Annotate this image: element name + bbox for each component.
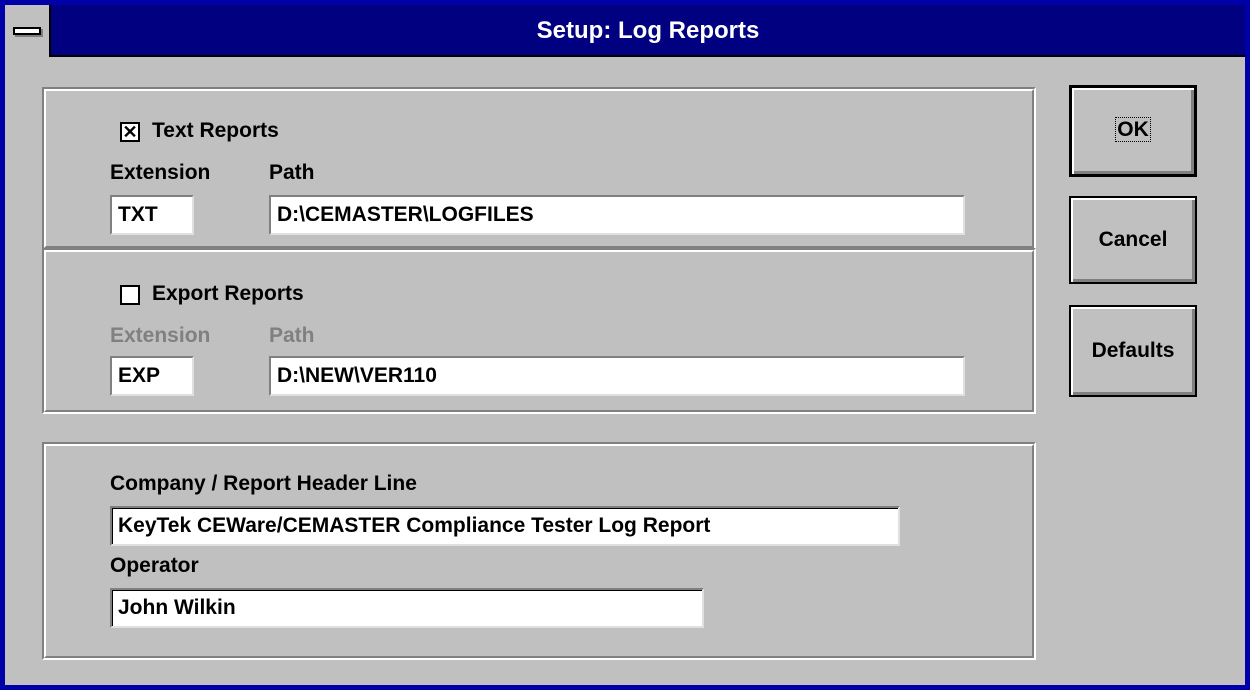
export-reports-label[interactable]: Export Reports	[152, 282, 304, 306]
company-header-input[interactable]: KeyTek CEWare/CEMASTER Compliance Tester…	[110, 506, 900, 546]
title-bar: Setup: Log Reports	[5, 5, 1245, 57]
defaults-button[interactable]: Defaults	[1069, 305, 1197, 397]
export-path-label: Path	[269, 324, 315, 347]
company-header-label: Company / Report Header Line	[110, 472, 417, 495]
operator-label: Operator	[110, 554, 199, 577]
dialog-window: Setup: Log Reports ✕ Text Reports Extens…	[0, 0, 1250, 690]
text-path-input[interactable]: D:\CEMASTER\LOGFILES	[269, 195, 965, 235]
window-title: Setup: Log Reports	[536, 17, 760, 44]
report-header-group: Company / Report Header Line KeyTek CEWa…	[42, 442, 1036, 660]
export-path-input[interactable]: D:\NEW\VER110	[269, 356, 965, 396]
text-reports-label[interactable]: Text Reports	[152, 119, 279, 143]
text-extension-input[interactable]: TXT	[110, 195, 194, 235]
ok-button-label: OK	[1115, 117, 1151, 142]
system-menu-icon	[13, 27, 41, 35]
ok-button[interactable]: OK	[1069, 85, 1197, 177]
text-reports-checkbox[interactable]: ✕	[120, 122, 140, 142]
text-path-label: Path	[269, 161, 315, 184]
export-extension-label: Extension	[110, 324, 211, 347]
operator-input[interactable]: John Wilkin	[110, 588, 704, 628]
export-reports-group: Export Reports Extension Path EXP D:\NEW…	[42, 248, 1036, 414]
export-reports-checkbox[interactable]	[120, 285, 140, 305]
system-menu-button[interactable]	[5, 5, 51, 57]
cancel-button[interactable]: Cancel	[1069, 196, 1197, 284]
export-extension-input[interactable]: EXP	[110, 356, 194, 396]
text-extension-label: Extension	[110, 161, 211, 184]
text-reports-group: ✕ Text Reports Extension Path TXT D:\CEM…	[42, 87, 1036, 250]
